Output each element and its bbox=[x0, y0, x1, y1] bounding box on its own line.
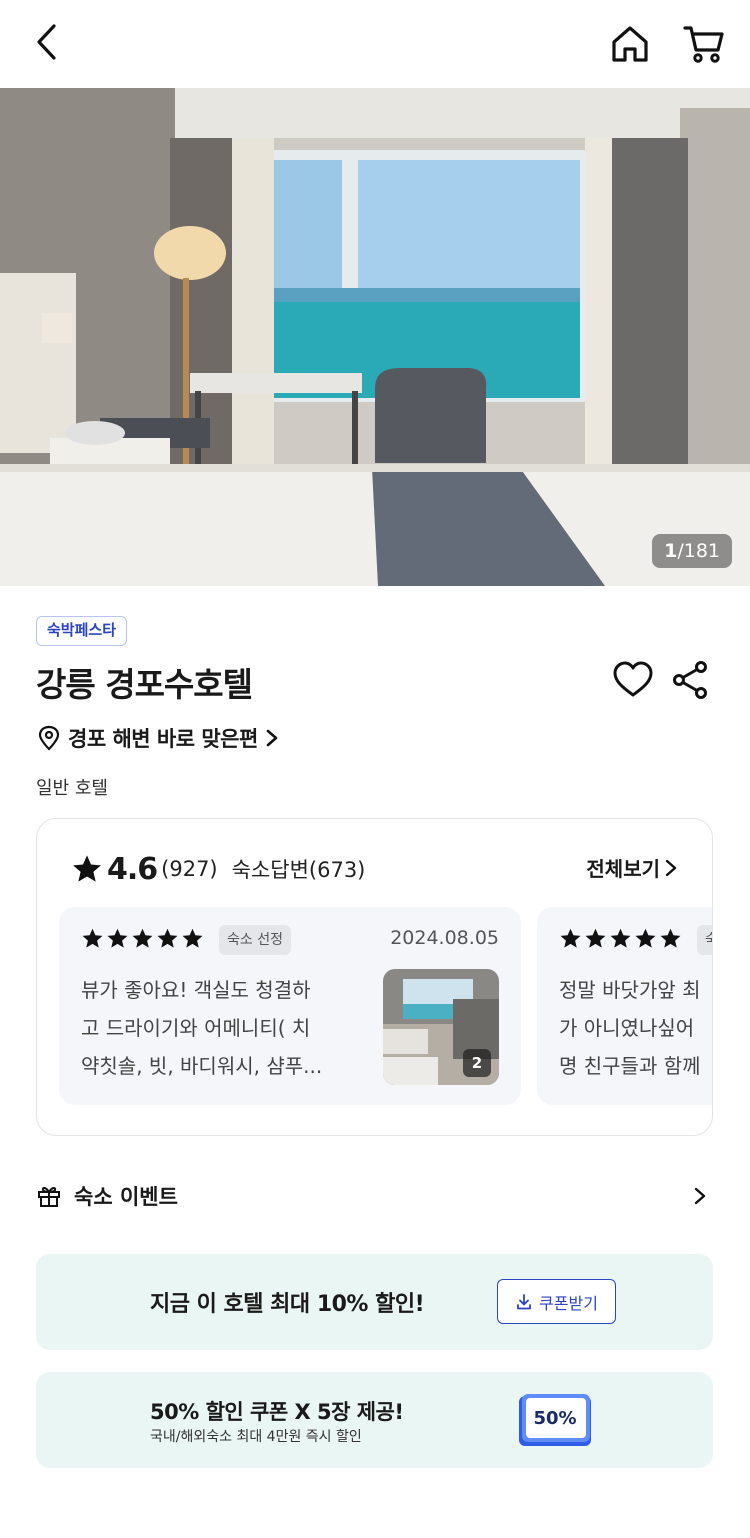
review-summary-card: 4.6 (927) 숙소답변(673) 전체보기 숙소 선정 2024.08.0… bbox=[36, 818, 713, 1136]
star-icon bbox=[635, 928, 656, 948]
discount-banner: 지금 이 호텔 최대 10% 할인! 쿠폰받기 bbox=[36, 1254, 713, 1350]
star-icon bbox=[610, 928, 631, 948]
review-date: 2024.08.05 bbox=[390, 927, 499, 949]
chevron-right-icon bbox=[665, 859, 677, 876]
home-icon[interactable] bbox=[606, 20, 654, 68]
hotel-event-title: 숙소 이벤트 bbox=[74, 1185, 178, 1209]
hotel-category: 일반 호텔 bbox=[36, 778, 108, 799]
review-photo[interactable]: 2 bbox=[383, 969, 499, 1085]
coupon-pack-subtitle: 국내/해외숙소 최대 4만원 즉시 할인 bbox=[150, 1429, 362, 1445]
cart-icon[interactable] bbox=[680, 20, 728, 68]
star-icon bbox=[107, 928, 128, 948]
chevron-right-icon bbox=[266, 729, 278, 747]
chevron-left-icon[interactable] bbox=[26, 20, 70, 64]
hotel-event-row[interactable]: 숙소 이벤트 bbox=[36, 1176, 713, 1216]
gift-icon bbox=[38, 1186, 60, 1207]
chevron-right-icon bbox=[694, 1187, 706, 1205]
review-item[interactable]: 숙소 선정 2024.08.05 뷰가 좋아요! 객실도 청결하 고 드라이기와… bbox=[59, 907, 521, 1105]
review-stars bbox=[81, 927, 204, 950]
map-pin-icon bbox=[38, 725, 60, 751]
hotel-room-photo bbox=[0, 88, 750, 586]
heart-icon[interactable] bbox=[612, 660, 654, 700]
host-reply-count: 숙소답변(673) bbox=[231, 858, 366, 882]
rating-score: 4.6 bbox=[107, 851, 158, 887]
promo-badge: 숙박페스타 bbox=[36, 616, 128, 646]
coupon-pack-banner[interactable]: 50% 할인 쿠폰 X 5장 제공! 국내/해외숙소 최대 4만원 즉시 할인 … bbox=[36, 1372, 713, 1468]
star-icon bbox=[73, 855, 101, 882]
get-coupon-button[interactable]: 쿠폰받기 bbox=[497, 1279, 616, 1324]
share-icon[interactable] bbox=[670, 660, 710, 700]
view-all-reviews-link[interactable]: 전체보기 bbox=[586, 853, 678, 882]
download-icon bbox=[517, 1293, 531, 1309]
top-bar bbox=[0, 0, 750, 88]
location-text: 경포 해변 바로 맞은편 bbox=[68, 727, 258, 751]
review-stars bbox=[559, 927, 682, 950]
review-text: 뷰가 좋아요! 객실도 청결하 고 드라이기와 어메니티( 치 약칫솔, 빗, … bbox=[81, 978, 323, 1078]
hotel-name: 강릉 경포수호텔 bbox=[36, 665, 253, 704]
coupon-pack-title: 50% 할인 쿠폰 X 5장 제공! bbox=[150, 1400, 404, 1424]
review-count: (927) bbox=[161, 857, 218, 881]
coupon-ticket: 50% bbox=[517, 1392, 593, 1448]
rating-row: 4.6 (927) 숙소답변(673) bbox=[71, 849, 365, 889]
star-icon bbox=[82, 928, 103, 948]
star-icon bbox=[157, 928, 178, 948]
photo-count-badge: 2 bbox=[463, 1049, 491, 1077]
star-icon bbox=[560, 928, 581, 948]
review-text: 정말 바닷가앞 최 가 아니였나싶어 명 친구들과 함께 bbox=[559, 978, 701, 1078]
discount-banner-text: 지금 이 호텔 최대 10% 할인! bbox=[150, 1292, 425, 1317]
hotel-photo-gallery[interactable]: 1/181 bbox=[0, 88, 750, 586]
review-item[interactable]: 숙 정말 바닷가앞 최 가 아니였나싶어 명 친구들과 함께 bbox=[537, 907, 712, 1105]
photo-counter: 1/181 bbox=[652, 534, 732, 568]
host-pick-badge: 숙소 선정 bbox=[219, 925, 291, 955]
star-icon bbox=[182, 928, 203, 948]
host-pick-badge: 숙 bbox=[697, 925, 712, 955]
star-icon bbox=[660, 928, 681, 948]
location-link[interactable]: 경포 해변 바로 맞은편 bbox=[36, 722, 280, 754]
star-icon bbox=[585, 928, 606, 948]
star-icon bbox=[132, 928, 153, 948]
